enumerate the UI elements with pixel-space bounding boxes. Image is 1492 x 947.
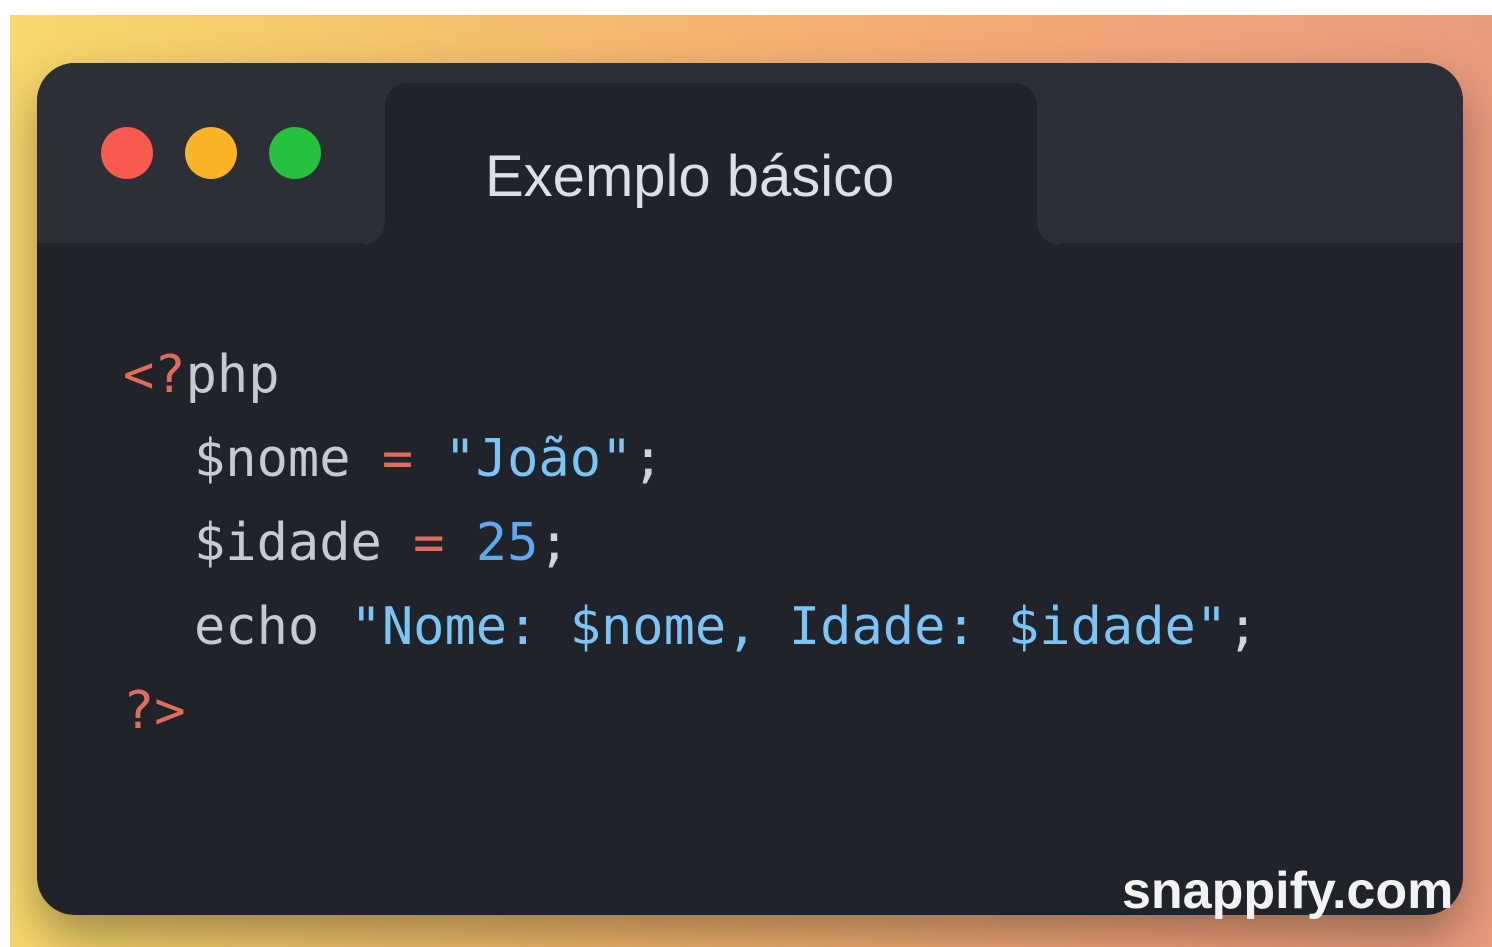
code-block: <?php $nome = "João"; $idade = 25; echo "No…: [123, 333, 1258, 753]
snappify-watermark: snappify.com: [1122, 862, 1454, 920]
semicolon: ;: [1227, 597, 1259, 657]
gradient-background: Exemplo básico <?php $nome = "João"; $idad…: [10, 15, 1492, 947]
file-tab: Exemplo básico: [363, 83, 1059, 245]
echo-keyword: echo: [194, 597, 320, 657]
close-dot-icon: [101, 127, 153, 179]
code-line: $nome = "João";: [123, 417, 1258, 501]
code-line: ?>: [123, 669, 1258, 753]
php-keyword: php: [185, 345, 280, 405]
code-line: echo "Nome: $nome, Idade: $idade";: [123, 585, 1258, 669]
assign-operator: =: [381, 429, 414, 489]
variable-name: $idade: [194, 513, 382, 573]
maximize-dot-icon: [269, 127, 321, 179]
variable-name: $nome: [194, 429, 351, 489]
string-literal: "João": [444, 429, 633, 489]
number-literal: 25: [475, 513, 539, 573]
semicolon: ;: [632, 429, 664, 489]
string-literal: "Nome: $nome, Idade: $idade": [350, 597, 1228, 657]
tab-title: Exemplo básico: [485, 144, 895, 209]
window-titlebar: Exemplo básico: [37, 63, 1463, 245]
semicolon: ;: [538, 513, 570, 573]
code-line: <?php: [123, 333, 1258, 417]
code-line: $idade = 25;: [123, 501, 1258, 585]
minimize-dot-icon: [185, 127, 237, 179]
php-open-tag: <?: [123, 345, 186, 405]
code-window: Exemplo básico <?php $nome = "João"; $idad…: [37, 63, 1463, 915]
assign-operator: =: [413, 513, 445, 573]
php-close-tag: ?>: [123, 681, 186, 741]
